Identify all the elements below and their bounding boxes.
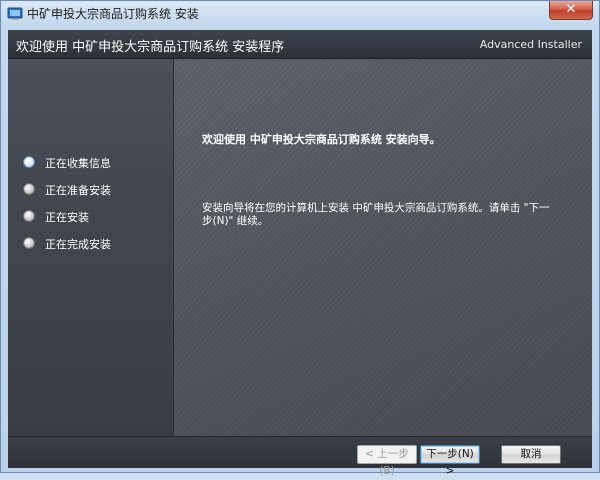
- header-banner: 欢迎使用 中矿申投大宗商品订购系统 安装程序 Advanced Installe…: [8, 30, 592, 59]
- welcome-heading: 欢迎使用 中矿申投大宗商品订购系统 安装向导。: [202, 133, 441, 146]
- step-label: 正在安装: [45, 211, 89, 224]
- dialog-content: 欢迎使用 中矿申投大宗商品订购系统 安装程序 Advanced Installe…: [8, 30, 592, 477]
- back-button[interactable]: < 上一步(B): [357, 445, 417, 477]
- progress-sidebar: 正在收集信息 正在准备安装 正在安装 正在完成安装: [8, 59, 174, 436]
- step-bullet-icon: [23, 210, 35, 222]
- installer-window: 中矿申投大宗商品订购系统 安装 ✕ 欢迎使用 中矿申投大宗商品订购系统 安装程序…: [0, 0, 600, 477]
- window-title: 中矿申投大宗商品订购系统 安装: [27, 7, 199, 21]
- welcome-panel: 欢迎使用 中矿申投大宗商品订购系统 安装向导。 安装向导将在您的计算机上安装 中…: [174, 59, 592, 436]
- step-bullet-icon: [23, 183, 35, 195]
- welcome-description: 安装向导将在您的计算机上安装 中矿申投大宗商品订购系统。请单击 "下一步(N)"…: [202, 202, 550, 227]
- next-button[interactable]: 下一步(N) >: [420, 445, 480, 477]
- step-label: 正在完成安装: [45, 238, 111, 251]
- window-close-button[interactable]: ✕: [549, 1, 593, 20]
- step-bullet-icon: [23, 237, 35, 249]
- close-icon: ✕: [565, 2, 577, 17]
- step-active-bullet-icon: [23, 156, 35, 168]
- step-label: 正在准备安装: [45, 184, 111, 197]
- button-bar: < 上一步(B) 下一步(N) > 取消: [8, 436, 592, 477]
- installer-app-icon: [7, 7, 23, 20]
- cancel-button[interactable]: 取消: [501, 445, 561, 464]
- title-bar[interactable]: 中矿申投大宗商品订购系统 安装 ✕: [1, 1, 599, 25]
- step-label: 正在收集信息: [45, 157, 111, 170]
- header-title: 欢迎使用 中矿申投大宗商品订购系统 安装程序: [16, 40, 285, 55]
- advanced-installer-brand: Advanced Installer: [479, 38, 582, 51]
